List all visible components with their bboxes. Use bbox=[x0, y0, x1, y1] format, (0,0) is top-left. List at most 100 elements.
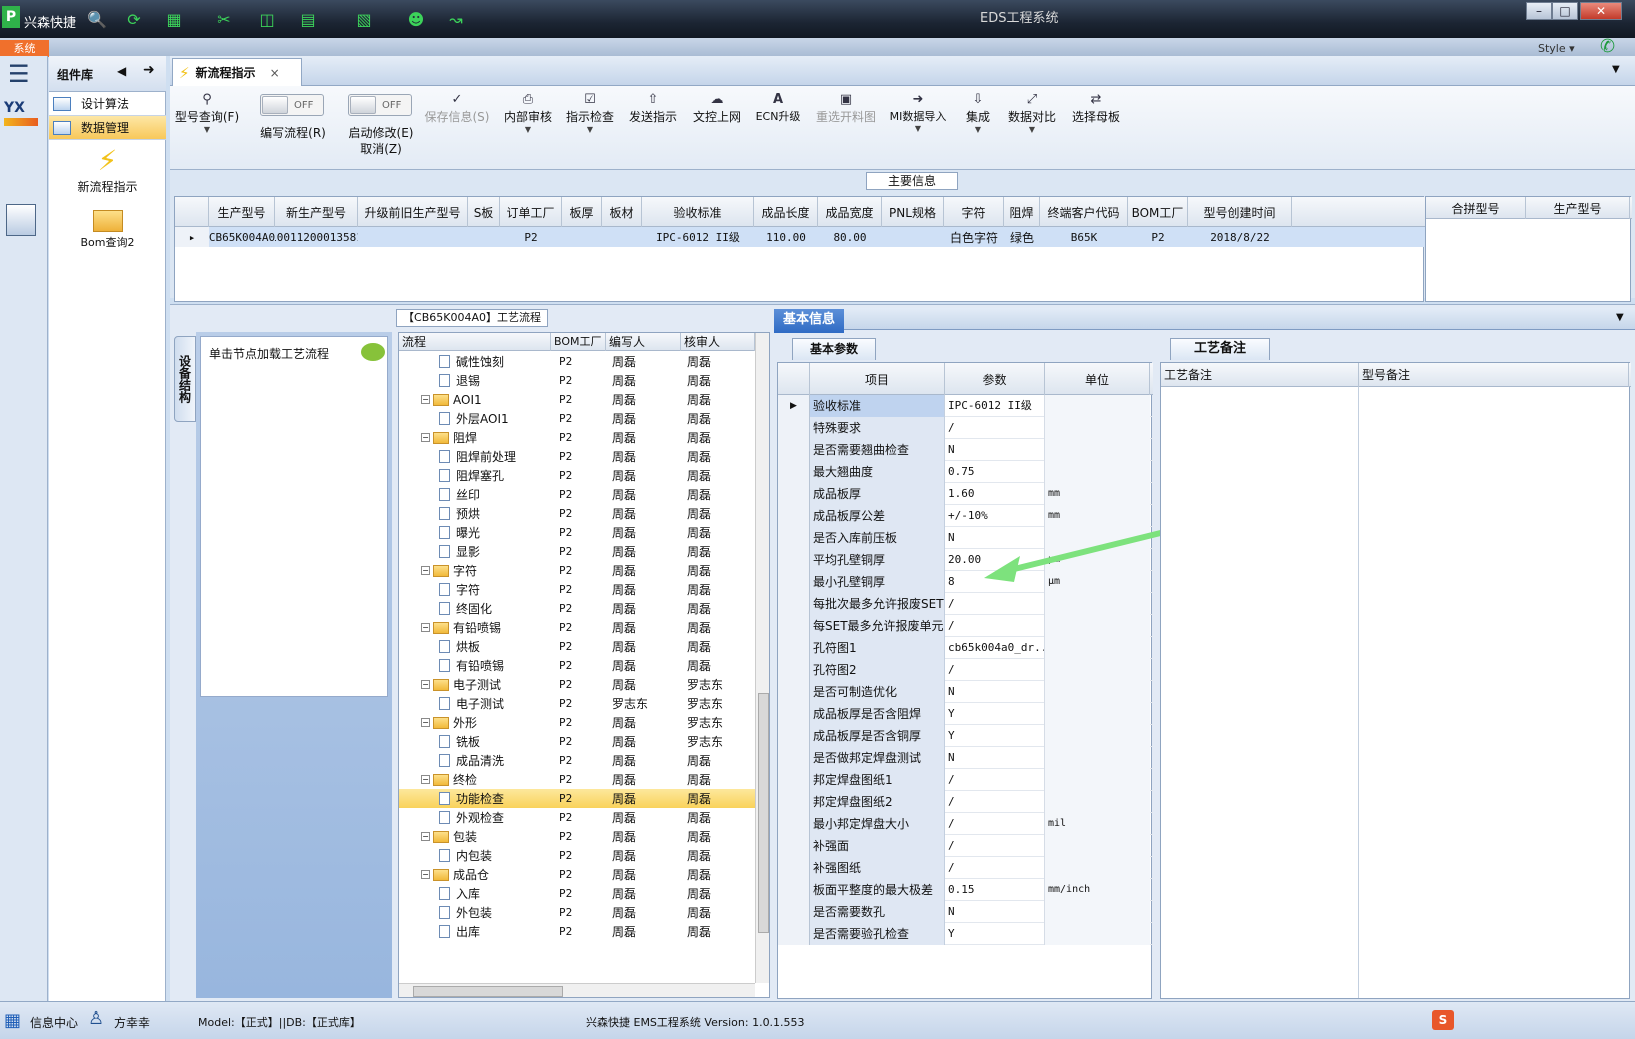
tree-node[interactable]: 阻焊塞孔 bbox=[399, 466, 551, 485]
param-unit[interactable] bbox=[1045, 703, 1150, 725]
table-cell[interactable] bbox=[358, 227, 468, 247]
row-selector[interactable] bbox=[778, 681, 810, 703]
tree-row[interactable]: 有铅喷锡 P2 周磊 周磊 bbox=[399, 656, 755, 675]
row-selector[interactable] bbox=[778, 461, 810, 483]
param-value[interactable]: / bbox=[945, 857, 1045, 879]
param-unit[interactable] bbox=[1045, 725, 1150, 747]
param-value[interactable]: / bbox=[945, 593, 1045, 615]
param-row[interactable]: 补强面 / bbox=[778, 835, 1153, 857]
internal-review-button[interactable]: ⎙ 内部审核 ▼ bbox=[500, 92, 556, 134]
tab-process-notes[interactable]: 工艺备注 bbox=[1170, 338, 1270, 360]
column-header[interactable]: 板材 bbox=[602, 197, 642, 227]
tree-row[interactable]: 阻焊塞孔 P2 周磊 周磊 bbox=[399, 466, 755, 485]
tree-node[interactable]: 曝光 bbox=[399, 523, 551, 542]
param-unit[interactable] bbox=[1045, 439, 1150, 461]
column-header[interactable]: 阻焊 bbox=[1004, 197, 1040, 227]
tree-node[interactable]: 成品清洗 bbox=[399, 751, 551, 770]
row-selector[interactable] bbox=[778, 615, 810, 637]
collapse-icon[interactable]: − bbox=[421, 395, 430, 404]
column-header[interactable]: 成品长度 bbox=[754, 197, 818, 227]
param-row[interactable]: 最大翘曲度 0.75 bbox=[778, 461, 1153, 483]
param-row[interactable]: 特殊要求 / bbox=[778, 417, 1153, 439]
style-menu[interactable]: Style ▾ bbox=[1538, 42, 1575, 55]
side-tab-equipment-structure[interactable]: 设备结构 bbox=[174, 336, 196, 422]
column-header[interactable]: 核审人 bbox=[681, 333, 755, 351]
table-cell[interactable]: P2 bbox=[500, 227, 562, 247]
column-header[interactable]: 参数 bbox=[945, 363, 1045, 395]
table-cell[interactable]: 10011200013581 bbox=[275, 227, 358, 247]
column-header[interactable]: 订单工厂 bbox=[500, 197, 562, 227]
param-unit[interactable] bbox=[1045, 747, 1150, 769]
param-row[interactable]: 是否需要数孔 N bbox=[778, 901, 1153, 923]
tab-close-icon[interactable]: × bbox=[270, 66, 280, 80]
tree-row[interactable]: 电子测试 P2 罗志东 罗志东 bbox=[399, 694, 755, 713]
param-row[interactable]: 每SET最多允许报废单元 / bbox=[778, 615, 1153, 637]
scroll-thumb[interactable] bbox=[758, 693, 769, 933]
tree-node[interactable]: − 字符 bbox=[399, 561, 551, 580]
param-row[interactable]: ▶ 验收标准 IPC-6012 II级 bbox=[778, 395, 1153, 417]
column-header[interactable]: 工艺备注 bbox=[1161, 363, 1359, 387]
param-value[interactable]: / bbox=[945, 659, 1045, 681]
tree-node[interactable]: 烘板 bbox=[399, 637, 551, 656]
param-value[interactable]: Y bbox=[945, 703, 1045, 725]
tree-node[interactable]: 内包装 bbox=[399, 846, 551, 865]
tree-row[interactable]: 出库 P2 周磊 周磊 bbox=[399, 922, 755, 941]
tree-row[interactable]: − 有铅喷锡 P2 周磊 周磊 bbox=[399, 618, 755, 637]
param-row[interactable]: 是否可制造优化 N bbox=[778, 681, 1153, 703]
tree-row[interactable]: 功能检查 P2 周磊 周磊 bbox=[399, 789, 755, 808]
table-cell[interactable]: 110.00 bbox=[754, 227, 818, 247]
tree-node[interactable]: 外包装 bbox=[399, 903, 551, 922]
param-value[interactable]: N bbox=[945, 681, 1045, 703]
tree-row[interactable]: 外包装 P2 周磊 周磊 bbox=[399, 903, 755, 922]
param-unit[interactable] bbox=[1045, 615, 1150, 637]
param-row[interactable]: 板面平整度的最大极差 0.15 mm/inch bbox=[778, 879, 1153, 901]
tree-node[interactable]: 入库 bbox=[399, 884, 551, 903]
table-cell[interactable]: CB65K004A0 bbox=[209, 227, 275, 247]
windows-icon[interactable]: ▦ bbox=[4, 1010, 21, 1031]
cancel-label[interactable]: 取消(Z) bbox=[336, 140, 426, 157]
param-unit[interactable] bbox=[1045, 461, 1150, 483]
collapse-icon[interactable]: − bbox=[421, 680, 430, 689]
param-unit[interactable] bbox=[1045, 901, 1150, 923]
table-cell[interactable]: 白色字符 bbox=[944, 227, 1004, 247]
column-header[interactable]: BOM工厂 bbox=[1128, 197, 1188, 227]
tile-new-process[interactable]: ⚡ 新流程指示 bbox=[49, 144, 166, 195]
tree-node[interactable]: − 成品仓 bbox=[399, 865, 551, 884]
tree-row[interactable]: 退锡 P2 周磊 周磊 bbox=[399, 371, 755, 390]
tab-basic-info[interactable]: 基本信息 bbox=[774, 309, 844, 333]
sidebar-item-design-algorithm[interactable]: 设计算法 bbox=[49, 92, 166, 116]
param-unit[interactable] bbox=[1045, 593, 1150, 615]
minimize-button[interactable]: – bbox=[1526, 2, 1552, 20]
column-header[interactable]: S板 bbox=[468, 197, 500, 227]
integrate-button[interactable]: ⇩ 集成 ▼ bbox=[958, 92, 998, 134]
ime-icon[interactable]: S bbox=[1432, 1010, 1454, 1030]
row-selector[interactable] bbox=[778, 879, 810, 901]
param-unit[interactable] bbox=[1045, 637, 1150, 659]
row-selector[interactable] bbox=[778, 923, 810, 945]
collapse-left-icon[interactable]: ◀ bbox=[117, 64, 126, 78]
menu-icon[interactable]: ☰ bbox=[8, 60, 30, 88]
tree-node[interactable]: 外层AOI1 bbox=[399, 409, 551, 428]
tree-row[interactable]: 终固化 P2 周磊 周磊 bbox=[399, 599, 755, 618]
param-row[interactable]: 成品板厚是否含铜厚 Y bbox=[778, 725, 1153, 747]
tree-row[interactable]: − 外形 P2 周磊 罗志东 bbox=[399, 713, 755, 732]
collapse-icon[interactable]: − bbox=[421, 775, 430, 784]
collapse-icon[interactable]: − bbox=[421, 832, 430, 841]
row-selector[interactable] bbox=[778, 659, 810, 681]
param-value[interactable]: / bbox=[945, 769, 1045, 791]
table-icon[interactable]: ▦ bbox=[162, 7, 186, 31]
column-header[interactable]: 编写人 bbox=[606, 333, 681, 351]
close-button[interactable]: ✕ bbox=[1580, 2, 1622, 20]
maximize-button[interactable]: □ bbox=[1552, 2, 1578, 20]
row-selector[interactable] bbox=[778, 769, 810, 791]
table-cell[interactable]: IPC-6012 II级 bbox=[642, 227, 754, 247]
grid-icon[interactable]: ▧ bbox=[352, 7, 376, 31]
collapse-icon[interactable]: − bbox=[421, 566, 430, 575]
phone-icon[interactable]: ✆ bbox=[1600, 36, 1615, 57]
tree-row[interactable]: 外层AOI1 P2 周磊 周磊 bbox=[399, 409, 755, 428]
collapse-icon[interactable]: − bbox=[421, 433, 430, 442]
param-unit[interactable] bbox=[1045, 835, 1150, 857]
tree-node[interactable]: 铣板 bbox=[399, 732, 551, 751]
tree-row[interactable]: 成品清洗 P2 周磊 周磊 bbox=[399, 751, 755, 770]
table-cell[interactable] bbox=[602, 227, 642, 247]
